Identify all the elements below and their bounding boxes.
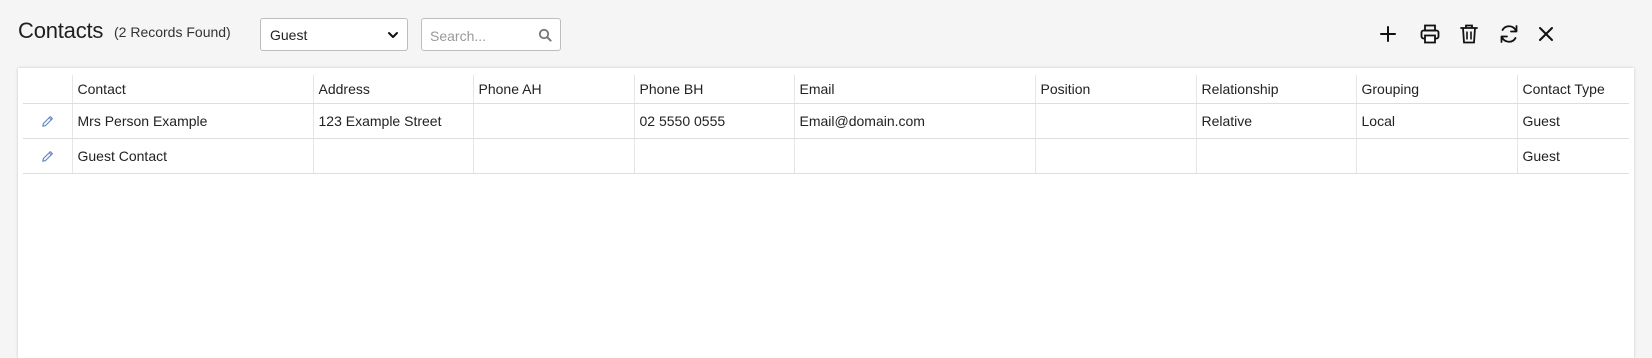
table-row[interactable]: Guest Contact Guest — [23, 138, 1629, 174]
edit-cell[interactable] — [23, 138, 72, 174]
column-header-email[interactable]: Email — [793, 75, 1035, 104]
column-header-phone-bh[interactable]: Phone BH — [633, 75, 794, 104]
search-placeholder: Search... — [430, 28, 487, 44]
cell-position — [1034, 138, 1196, 174]
contacts-table: Contact Address Phone AH Phone BH Email … — [23, 75, 1629, 174]
cell-email — [793, 138, 1035, 174]
cell-address — [312, 138, 473, 174]
cell-contact: Mrs Person Example — [71, 103, 313, 139]
search-icon[interactable] — [538, 28, 552, 42]
search-input[interactable]: Search... — [421, 18, 561, 51]
cell-position — [1034, 103, 1196, 139]
contact-type-select[interactable]: Guest — [260, 18, 408, 51]
column-header-contact-type[interactable]: Contact Type — [1516, 75, 1629, 104]
pencil-icon[interactable] — [40, 114, 55, 129]
column-header-contact[interactable]: Contact — [71, 75, 313, 104]
cell-phone-ah — [472, 103, 634, 139]
plus-icon[interactable] — [1376, 22, 1400, 46]
cell-phone-ah — [472, 138, 634, 174]
cell-contact-type: Guest — [1516, 138, 1629, 174]
close-icon[interactable] — [1534, 22, 1558, 46]
column-header-position[interactable]: Position — [1034, 75, 1196, 104]
cell-phone-bh: 02 5550 0555 — [633, 103, 794, 139]
table-row[interactable]: Mrs Person Example 123 Example Street 02… — [23, 103, 1629, 139]
refresh-icon[interactable] — [1497, 22, 1521, 46]
page-header: Contacts (2 Records Found) Guest Search.… — [0, 0, 1652, 68]
contact-type-select-value: Guest — [270, 27, 308, 43]
cell-contact-type: Guest — [1516, 103, 1629, 139]
cell-relationship — [1195, 138, 1356, 174]
trash-icon[interactable] — [1457, 22, 1481, 46]
column-header-phone-ah[interactable]: Phone AH — [472, 75, 634, 104]
cell-contact: Guest Contact — [71, 138, 313, 174]
column-header-edit — [23, 75, 72, 104]
cell-phone-bh — [633, 138, 794, 174]
record-count: (2 Records Found) — [114, 24, 231, 40]
cell-grouping: Local — [1355, 103, 1517, 139]
page-title: Contacts — [18, 18, 104, 43]
pencil-icon[interactable] — [40, 149, 55, 164]
table-header-row: Contact Address Phone AH Phone BH Email … — [23, 75, 1629, 104]
cell-email: Email@domain.com — [793, 103, 1035, 139]
contacts-grid-panel: Contact Address Phone AH Phone BH Email … — [18, 68, 1634, 358]
cell-address: 123 Example Street — [312, 103, 473, 139]
edit-cell[interactable] — [23, 103, 72, 139]
chevron-down-icon — [388, 32, 398, 38]
column-header-grouping[interactable]: Grouping — [1355, 75, 1517, 104]
column-header-relationship[interactable]: Relationship — [1195, 75, 1356, 104]
print-icon[interactable] — [1418, 22, 1442, 46]
column-header-address[interactable]: Address — [312, 75, 473, 104]
cell-relationship: Relative — [1195, 103, 1356, 139]
cell-grouping — [1355, 138, 1517, 174]
